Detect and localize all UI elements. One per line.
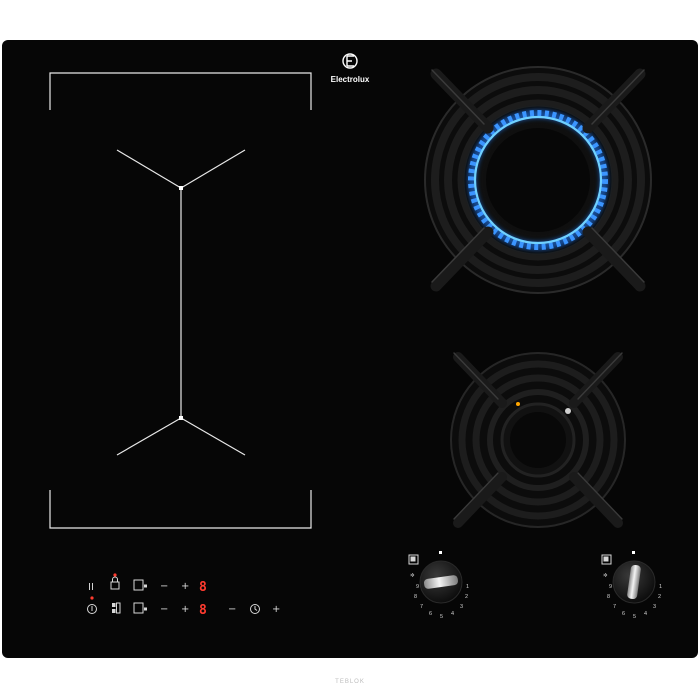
ignition-electrode <box>565 408 571 414</box>
svg-text:8: 8 <box>414 594 417 600</box>
svg-text:3: 3 <box>460 604 463 610</box>
power-level-display-1: 8 <box>199 580 207 595</box>
plus-button-2[interactable]: + <box>181 604 189 615</box>
svg-text:4: 4 <box>644 611 647 617</box>
svg-text:8: 8 <box>607 594 610 600</box>
pause-button[interactable]: II <box>88 582 94 593</box>
small-gas-burner <box>450 352 626 528</box>
svg-text:9: 9 <box>416 584 419 590</box>
svg-text:9: 9 <box>609 584 612 590</box>
large-gas-burner <box>424 66 652 294</box>
svg-text:1: 1 <box>466 584 469 590</box>
minus-button-1[interactable]: − <box>160 581 168 592</box>
brand-name: Electrolux <box>331 75 370 84</box>
svg-text:2: 2 <box>465 594 468 600</box>
svg-text:✲: ✲ <box>603 572 608 579</box>
svg-text:2: 2 <box>658 594 661 600</box>
hob-product-image: Electrolux II − + 8 − + 8 − + 9 8 7 6 5 … <box>2 40 698 685</box>
timer-plus-button[interactable]: + <box>272 604 280 615</box>
power-indicator-led <box>90 596 94 600</box>
minus-button-2[interactable]: − <box>160 604 168 615</box>
svg-text:7: 7 <box>420 604 423 610</box>
plus-button-1[interactable]: + <box>181 581 189 592</box>
watermark: TEBLOK <box>335 679 365 685</box>
timer-minus-button[interactable]: − <box>228 604 236 615</box>
svg-text:6: 6 <box>429 611 432 617</box>
svg-text:5: 5 <box>440 614 443 620</box>
svg-text:4: 4 <box>451 611 454 617</box>
power-level-display-2: 8 <box>199 603 207 618</box>
svg-text:6: 6 <box>622 611 625 617</box>
svg-text:7: 7 <box>613 604 616 610</box>
svg-text:1: 1 <box>659 584 662 590</box>
svg-text:5: 5 <box>633 614 636 620</box>
lock-indicator-led <box>113 573 117 577</box>
svg-text:3: 3 <box>653 604 656 610</box>
svg-text:✲: ✲ <box>410 572 415 579</box>
